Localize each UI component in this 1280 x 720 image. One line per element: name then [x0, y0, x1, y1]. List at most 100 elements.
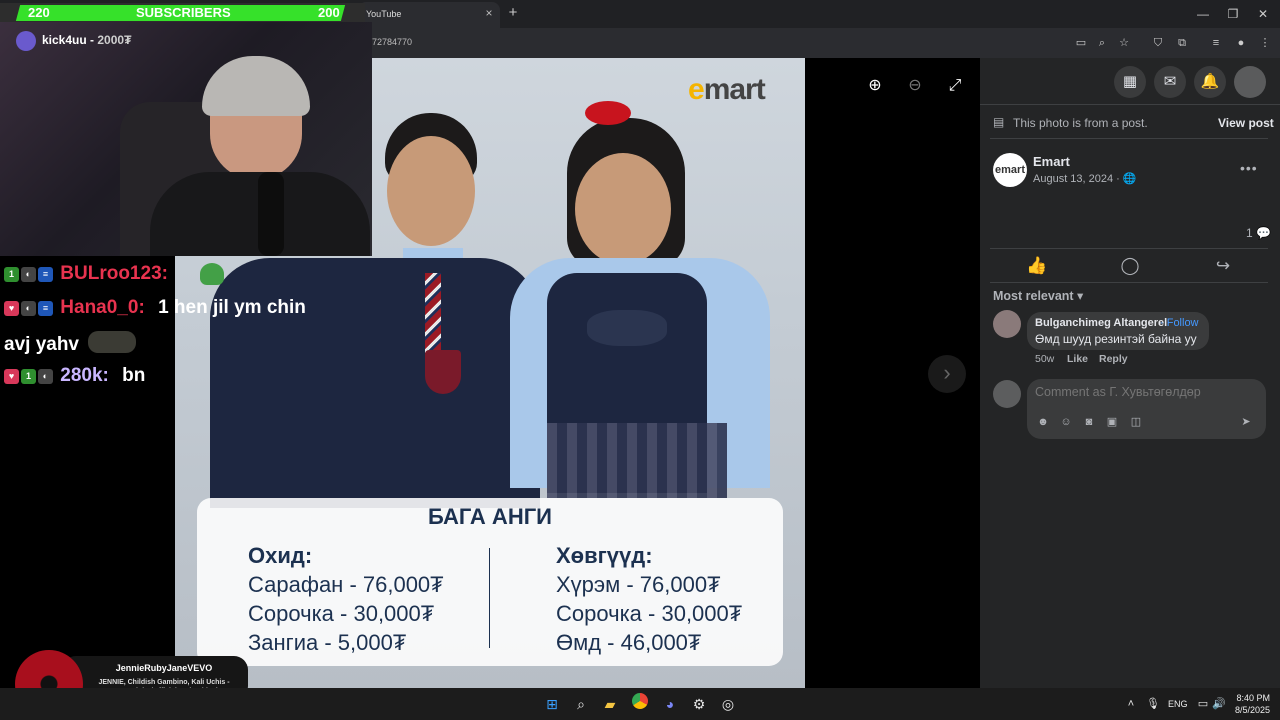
photo-note: This photo is from a post. — [1013, 116, 1148, 130]
mask-badge-icon: ◐ — [21, 267, 36, 282]
tab-close-icon[interactable]: × — [482, 6, 496, 20]
mask-badge-icon: ◐ — [21, 301, 36, 316]
chat-username: avj yahv — [4, 334, 79, 355]
gif-icon[interactable]: ▣ — [1104, 414, 1120, 430]
obs-icon[interactable]: ◎ — [717, 693, 739, 715]
start-windows-icon[interactable]: ⊞ — [541, 693, 563, 715]
first-badge-icon: 1 — [4, 267, 19, 282]
boy-crest — [425, 350, 461, 394]
discord-icon[interactable]: ◕ — [659, 693, 681, 715]
subscriber-goal-label: SUBSCRIBERS — [136, 5, 231, 20]
volume-icon[interactable]: 🔊 — [1208, 693, 1230, 715]
my-avatar[interactable] — [993, 380, 1021, 408]
more-options-icon[interactable]: ••• — [1240, 160, 1258, 176]
subscriber-goal-target: 200 — [318, 5, 340, 20]
extensions-puzzle-icon[interactable]: ⧉ — [1174, 35, 1190, 51]
share-icon[interactable]: ↪ — [1212, 255, 1234, 277]
donation-alert: kick4uu - 2000₮ — [42, 33, 131, 47]
microphone-tray-icon[interactable]: 🎙 — [1142, 693, 1164, 715]
tray-chevron-icon[interactable]: ˄ — [1120, 693, 1142, 715]
apps-menu-icon[interactable]: ▦ — [1114, 66, 1146, 98]
post-date[interactable]: August 13, 2024 · 🌐 — [1033, 172, 1137, 185]
comment-age[interactable]: 50w — [1035, 353, 1054, 365]
comment-count[interactable]: 1 💬 — [1246, 226, 1271, 240]
comment-sort-dropdown[interactable]: Most relevant ▾ — [993, 288, 1083, 303]
fullscreen-icon[interactable]: ⤢ — [940, 71, 970, 101]
browser-tab-youtube[interactable]: YouTube — [358, 2, 500, 28]
sticker-icon[interactable]: ◫ — [1128, 414, 1144, 430]
camera-icon[interactable]: ◙ — [1081, 414, 1097, 430]
girls-price-column: Охид: Сарафан - 76,000₮ Сорочка - 30,000… — [248, 541, 444, 657]
chat-text: bn — [122, 365, 146, 386]
chat-username: BULroo123: — [60, 263, 168, 284]
account-avatar[interactable] — [1234, 66, 1266, 98]
avatar-sticker-icon[interactable]: ☻ — [1035, 414, 1051, 430]
chat-text: 1 hen jil ym chin — [158, 297, 306, 318]
page-avatar[interactable]: emart — [993, 153, 1027, 187]
search-icon[interactable]: ⌕ — [570, 693, 592, 715]
emoji-icon[interactable]: ☺ — [1058, 414, 1074, 430]
messenger-icon[interactable]: ✉ — [1154, 66, 1186, 98]
boys-item: Өмд - 46,000₮ — [556, 630, 702, 655]
like-icon[interactable]: 👍 — [1026, 255, 1048, 277]
new-tab-button[interactable]: + — [505, 5, 521, 21]
comment-like-link[interactable]: Like — [1067, 353, 1088, 365]
logo-mart: mart — [703, 73, 766, 106]
heart-badge-icon: ♥ — [4, 369, 19, 384]
chat-message: ♥ ◐ ≡ Hana0_0: 1 hen jil ym chin — [4, 297, 306, 319]
emart-logo: emart — [688, 73, 766, 107]
chat-message: ♥ 1 ◐ 280k: bn — [4, 365, 145, 387]
notifications-bell-icon[interactable]: 🔔 — [1194, 66, 1226, 98]
alert-amount: 2000₮ — [97, 33, 132, 47]
post-note-icon: ▤ — [993, 115, 1005, 129]
view-post-link[interactable]: View post — [1218, 116, 1274, 130]
subscriber-goal-start: 220 — [28, 5, 50, 20]
clock-date: 8/5/2025 — [1234, 705, 1270, 715]
emote-icon — [88, 331, 137, 353]
send-icon[interactable]: ➤ — [1238, 414, 1254, 430]
chrome-icon[interactable] — [629, 693, 651, 715]
clock[interactable]: 8:40 PM 8/5/2025 — [1230, 692, 1270, 716]
comment-author[interactable]: Bulganchimeg Altangerel — [1035, 317, 1167, 329]
minimize-button[interactable]: — — [1188, 4, 1218, 24]
boys-heading: Хөвгүүд: — [556, 543, 653, 568]
zoom-in-icon[interactable]: ⊕ — [860, 71, 890, 101]
next-photo-button[interactable]: › — [928, 355, 966, 393]
streamer-hair — [202, 56, 310, 116]
comment-icon[interactable]: ◯ — [1119, 255, 1141, 277]
mask-badge-icon: ◐ — [38, 369, 53, 384]
boys-price-column: Хөвгүүд: Хүрэм - 76,000₮ Сорочка - 30,00… — [556, 541, 742, 657]
reading-list-icon[interactable]: ≡ — [1208, 35, 1224, 51]
pepe-emote-icon — [200, 263, 224, 285]
fb-divider — [990, 248, 1268, 249]
boys-item: Сорочка - 30,000₮ — [556, 601, 743, 626]
follow-link[interactable]: · Follow — [1160, 317, 1199, 329]
extension-badge-icon[interactable]: ⛉ — [1150, 35, 1166, 51]
fb-header-divider — [980, 104, 1280, 105]
facebook-post-panel — [980, 58, 1280, 688]
url-text[interactable]: 72784770 — [372, 37, 412, 47]
price-card-title: БАГА АНГИ — [427, 504, 552, 529]
tab-title: YouTube — [366, 9, 402, 19]
alert-avatar — [16, 31, 36, 51]
bookmark-star-icon[interactable]: ☆ — [1116, 35, 1132, 51]
girl-plaid-skirt — [547, 423, 727, 498]
comment-input[interactable] — [1035, 385, 1255, 399]
restore-button[interactable]: ❐ — [1218, 4, 1248, 24]
boys-item: Хүрэм - 76,000₮ — [556, 572, 721, 597]
commenter-avatar[interactable] — [993, 310, 1021, 338]
language-indicator[interactable]: ENG — [1168, 699, 1188, 709]
zoom-icon[interactable]: ⌕ — [1094, 35, 1110, 51]
browser-menu-icon[interactable]: ⋮ — [1257, 35, 1273, 51]
clock-time: 8:40 PM — [1236, 693, 1270, 703]
comment-reply-link[interactable]: Reply — [1099, 353, 1128, 365]
zoom-out-icon[interactable]: ⊖ — [900, 71, 930, 101]
steam-icon[interactable]: ⚙ — [688, 693, 710, 715]
file-explorer-icon[interactable]: ▰ — [599, 693, 621, 715]
cast-icon[interactable]: ▭ — [1073, 35, 1089, 51]
chat-username: Hana0_0: — [60, 297, 145, 318]
page-name[interactable]: Emart — [1033, 154, 1070, 169]
girl-red-bow — [585, 101, 631, 125]
profile-avatar-icon[interactable]: ● — [1233, 35, 1249, 51]
close-window-button[interactable]: ✕ — [1248, 4, 1278, 24]
